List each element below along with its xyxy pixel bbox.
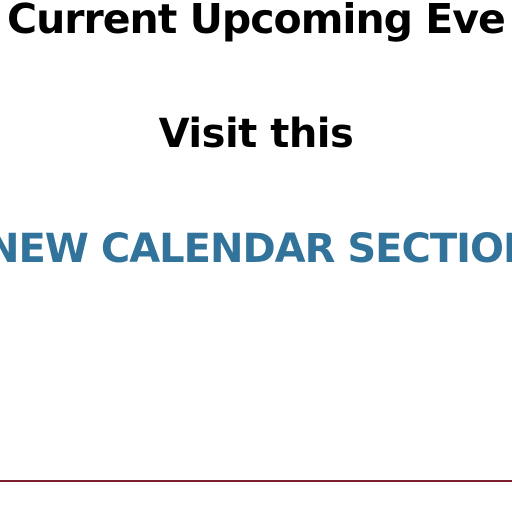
section-divider	[0, 480, 512, 482]
calendar-section-link[interactable]: NEW CALENDAR SECTION	[0, 224, 512, 274]
page: Current Upcoming Eve Visit this NEW CALE…	[0, 0, 512, 512]
events-heading: Current Upcoming Eve	[7, 0, 506, 43]
visit-text: Visit this	[158, 111, 354, 157]
